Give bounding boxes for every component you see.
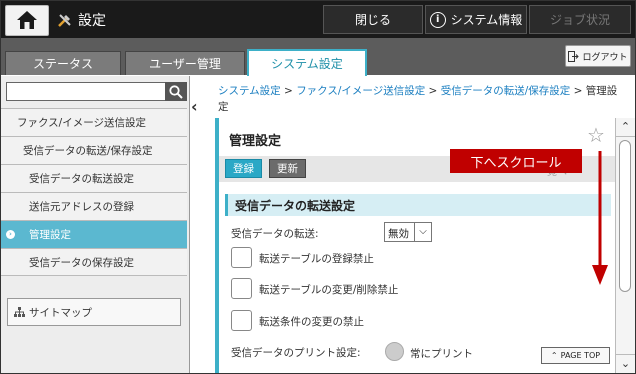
scroll-down-icon[interactable]: ⌄ [616,354,635,373]
sidebar-item-fax-image-send[interactable]: ファクス/イメージ送信設定 [1,108,187,136]
page-top-label: PAGE TOP [560,351,601,360]
system-info-button[interactable]: i システム情報 [425,5,527,34]
register-button[interactable]: 登録 [225,159,262,178]
sidebar-item-admin-settings[interactable]: › 管理設定 [1,220,187,248]
top-bar: 設定 閉じる i システム情報 ジョブ状況 [1,1,635,38]
info-icon: i [429,11,446,28]
sidebar-item-label: 送信元アドレスの登録 [29,201,134,213]
sidebar-nav: ファクス/イメージ送信設定 受信データの転送/保存設定 受信データの転送設定 送… [1,108,187,276]
scrollbar-thumb[interactable] [619,140,631,292]
sitemap-button[interactable]: サイトマップ [7,298,181,326]
breadcrumb-separator: > [573,85,583,97]
breadcrumb-separator: > [428,85,438,97]
page-title: 管理設定 [229,134,282,149]
breadcrumb-separator: > [284,85,293,97]
sidebar-item-label: ファクス/イメージ送信設定 [17,117,147,129]
home-icon [17,11,37,29]
app-title: 設定 [57,10,106,30]
sidebar-item-sender-address[interactable]: 送信元アドレスの登録 [1,192,187,220]
down-arrow-icon [592,151,608,285]
search-icon [169,85,183,99]
sitemap-icon [14,307,25,317]
sidebar: ファクス/イメージ送信設定 受信データの転送/保存設定 受信データの転送設定 送… [1,76,190,373]
home-button[interactable] [5,5,49,36]
logout-label: ログアウト [582,52,628,63]
collapse-sidebar-chevron-icon[interactable]: ‹ [191,97,198,116]
sidebar-item-forward-settings[interactable]: 受信データの転送設定 [1,164,187,192]
breadcrumb-link[interactable]: システム設定 [218,85,281,97]
tab-status[interactable]: ステータス [5,51,121,75]
tab-status-label: ステータス [32,57,93,71]
checkbox-label: 転送条件の変更の禁止 [259,316,364,328]
forward-select-value: 無効 [388,228,409,240]
job-status-label: ジョブ状況 [549,13,610,27]
section-heading-label: 受信データの転送設定 [235,198,356,213]
section-heading: 受信データの転送設定 [225,194,611,216]
sidebar-item-label: 受信データの転送/保存設定 [23,145,153,157]
tab-bar: ステータス ユーザー管理 システム設定 ログアウト [1,38,635,76]
scroll-up-icon[interactable]: ⌃ [616,118,635,137]
print-setting-label: 受信データのプリント設定: [231,347,361,359]
radio-always-print[interactable] [385,342,404,361]
tab-system-settings[interactable]: システム設定 [247,49,367,76]
close-button-label: 閉じる [354,13,391,27]
checkbox-prohibit-edit-delete[interactable] [231,278,252,299]
chevron-down-icon: ⌵ [414,223,431,241]
app-window: 設定 閉じる i システム情報 ジョブ状況 ステータス ユーザー管理 システム設… [0,0,636,374]
scrollbar[interactable]: ⌃ ⌄ [615,118,635,373]
breadcrumb: システム設定 > ファクス/イメージ送信設定 > 受信データの転送/保存設定 >… [218,83,624,115]
scroll-down-callout: 下へスクロール [450,149,582,173]
sidebar-search-input[interactable] [6,82,166,101]
checkbox-label: 転送テーブルの登録禁止 [259,253,374,265]
checkbox-prohibit-condition-change[interactable] [231,310,252,331]
tab-user-management[interactable]: ユーザー管理 [125,51,245,75]
app-title-text: 設定 [78,13,106,29]
forward-select[interactable]: 無効 ⌵ [384,222,432,242]
star-icon[interactable]: ☆ [587,123,605,147]
sidebar-item-save-settings[interactable]: 受信データの保存設定 [1,248,187,276]
sidebar-item-label: 管理設定 [29,229,71,241]
page-top-button[interactable]: ⌃ PAGE TOP [541,347,610,364]
update-button[interactable]: 更新 [269,159,306,178]
sitemap-label: サイトマップ [29,306,92,319]
tab-system-settings-label: システム設定 [271,57,343,71]
forward-setting-label: 受信データの転送: [231,228,319,240]
chevron-up-icon: ⌃ [550,351,558,360]
tools-icon [58,14,71,27]
job-status-button[interactable]: ジョブ状況 [529,5,631,34]
sidebar-item-label: 受信データの保存設定 [29,256,134,269]
checkbox-label: 転送テーブルの変更/削除禁止 [259,284,399,296]
breadcrumb-link[interactable]: 受信データの転送/保存設定 [441,85,571,97]
update-button-label: 更新 [277,163,298,175]
close-button[interactable]: 閉じる [323,5,423,34]
callout-text: 下へスクロール [470,155,562,171]
sidebar-search-button[interactable] [165,82,187,101]
logout-icon [568,50,580,62]
sidebar-item-label: 受信データの転送設定 [29,173,134,185]
radio-label: 常にプリント [410,348,473,360]
breadcrumb-link[interactable]: ファクス/イメージ送信設定 [296,85,425,97]
tab-user-management-label: ユーザー管理 [149,57,221,71]
register-button-label: 登録 [233,163,254,175]
logout-button[interactable]: ログアウト [565,45,631,67]
checkbox-prohibit-register[interactable] [231,247,252,268]
sidebar-item-forward-save[interactable]: 受信データの転送/保存設定 [1,136,187,164]
active-indicator-icon: › [6,230,15,239]
system-info-label: システム情報 [450,13,523,27]
